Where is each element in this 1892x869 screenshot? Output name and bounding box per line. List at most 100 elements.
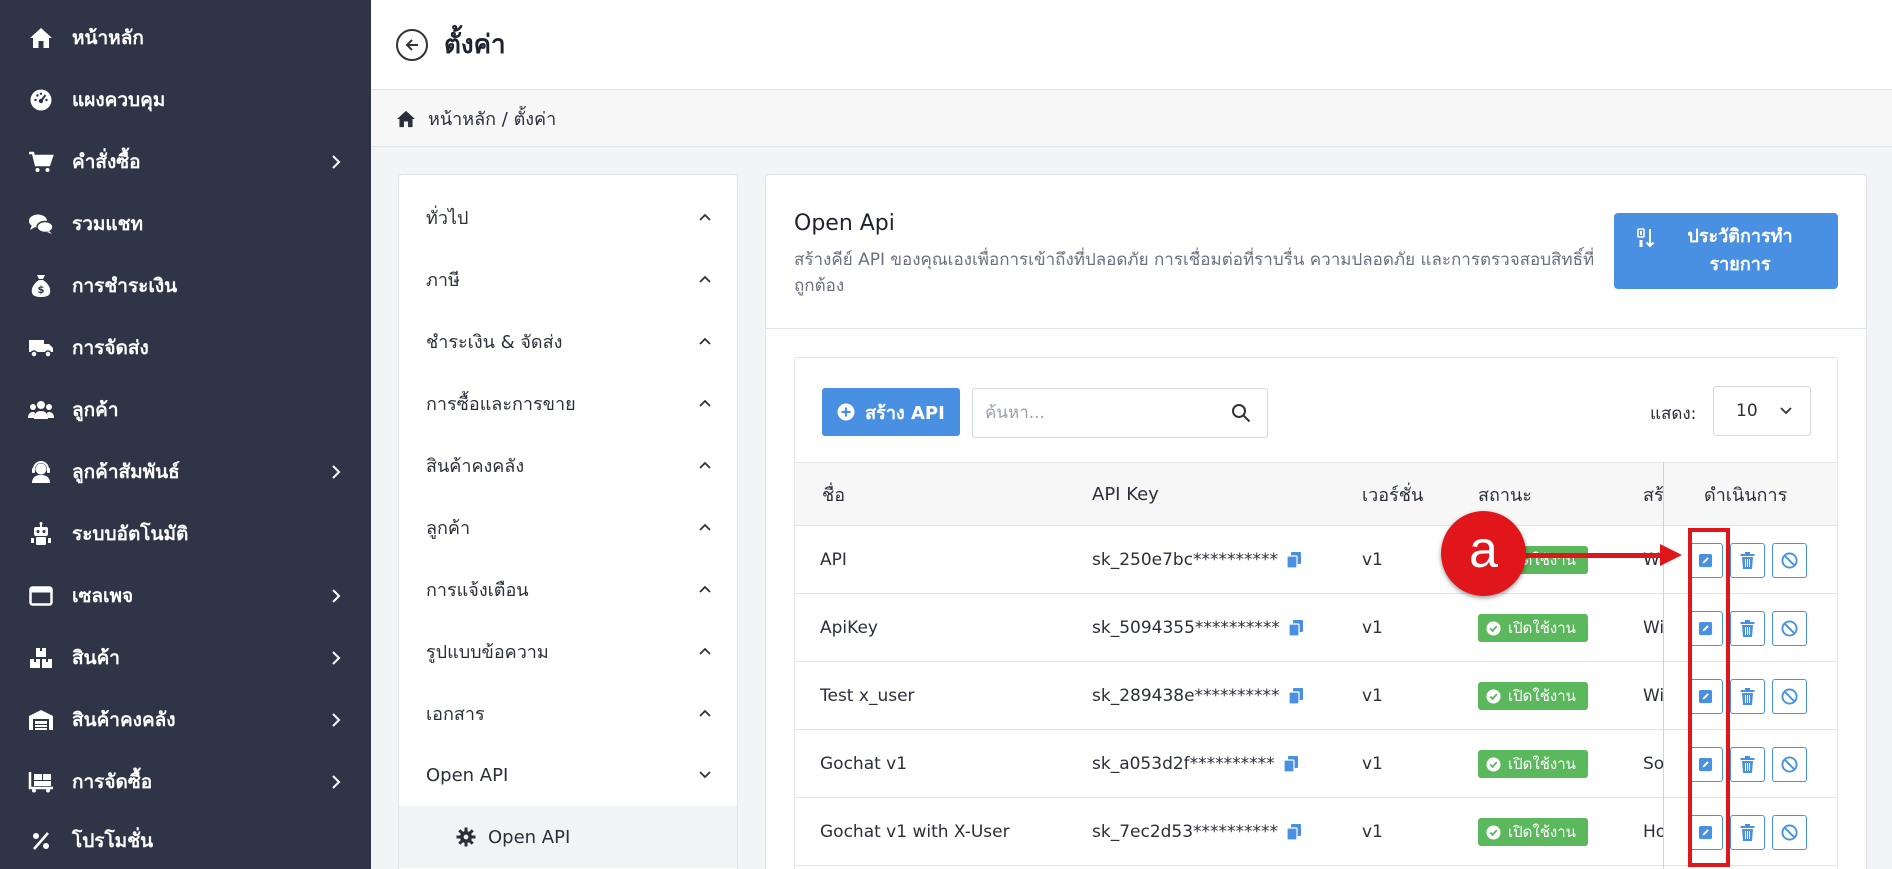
trash-icon (1740, 687, 1755, 705)
sidebar-item-salepage[interactable]: เซลเพจ (0, 565, 371, 627)
settings-item-notifications[interactable]: การแจ้งเตือน (399, 558, 737, 620)
ban-icon (1781, 823, 1798, 841)
cart-icon (28, 149, 54, 175)
column-header-api-key[interactable]: API Key (1092, 463, 1159, 525)
sidebar-item-inventory[interactable]: สินค้าคงคลัง (0, 689, 371, 751)
dashboard-icon (28, 87, 54, 113)
copy-icon[interactable] (1286, 551, 1302, 569)
page-header: ตั้งค่า (371, 0, 1892, 90)
settings-item-message-templates[interactable]: รูปแบบข้อความ (399, 620, 737, 682)
search-icon[interactable] (1231, 403, 1251, 423)
transaction-history-button[interactable]: ประวัติการทำรายการ (1614, 213, 1838, 289)
sidebar-item-orders[interactable]: คำสั่งซื้อ (0, 131, 371, 193)
copy-icon[interactable] (1283, 755, 1299, 773)
sidebar-item-crm[interactable]: ลูกค้าสัมพันธ์ (0, 441, 371, 503)
chevron-up-icon (699, 523, 711, 531)
copy-icon[interactable] (1286, 823, 1302, 841)
disable-button[interactable] (1772, 610, 1807, 646)
sidebar-item-label: สินค้าคงคลัง (72, 709, 176, 731)
check-circle-icon (1486, 756, 1501, 772)
settings-item-label: ทั่วไป (426, 207, 469, 229)
settings-menu: ทั่วไป ภาษี ชำระเงิน & จัดส่ง การซื้อและ… (398, 174, 738, 869)
api-name: Gochat v1 (820, 754, 908, 774)
search-input[interactable] (985, 389, 1225, 437)
column-header-version[interactable]: เวอร์ชั่น (1362, 463, 1423, 525)
sidebar-item-label: โปรโมชั่น (72, 830, 154, 852)
sidebar-item-label: การชำระเงิน (72, 275, 178, 297)
sidebar-item-automation[interactable]: ระบบอัตโนมัติ (0, 503, 371, 565)
sidebar-item-promotion[interactable]: โปรโมชั่น (0, 810, 371, 869)
breadcrumb-text: หน้าหลัก / ตั้งค่า (428, 109, 557, 130)
sidebar-item-shipping[interactable]: การจัดส่ง (0, 317, 371, 379)
api-list-panel: สร้าง API แสดง: 10 ชื่อ API Key เวอร์ชั่… (794, 357, 1838, 869)
settings-item-general[interactable]: ทั่วไป (399, 186, 737, 248)
sidebar-item-payment[interactable]: $ การชำระเงิน (0, 255, 371, 317)
page-size-select[interactable]: 10 (1713, 386, 1811, 436)
back-button[interactable] (396, 28, 428, 61)
chevron-down-icon (699, 771, 711, 779)
create-api-button[interactable]: สร้าง API (822, 388, 960, 436)
settings-item-inventory[interactable]: สินค้าคงคลัง (399, 434, 737, 496)
api-key-cell: sk_289438e********** (1092, 662, 1304, 730)
status-cell: เปิดใช้งาน (1478, 730, 1588, 798)
settings-item-label: ภาษี (426, 269, 460, 291)
sidebar-item-dashboard[interactable]: แผงควบคุม (0, 69, 371, 131)
sidebar-item-products[interactable]: สินค้า (0, 627, 371, 689)
settings-item-buying-selling[interactable]: การซื้อและการขาย (399, 372, 737, 434)
column-header-name[interactable]: ชื่อ (822, 463, 845, 525)
delete-button[interactable] (1730, 610, 1765, 646)
copy-icon[interactable] (1288, 619, 1304, 637)
browser-window-icon (28, 583, 54, 609)
copy-icon[interactable] (1287, 687, 1304, 705)
api-key-cell: sk_5094355********** (1092, 594, 1304, 662)
annotation-marker: a (1441, 511, 1526, 596)
sidebar-item-customers[interactable]: ลูกค้า (0, 379, 371, 441)
table-header: ชื่อ API Key เวอร์ชั่น สถานะ สร้ ดำเนินก… (795, 462, 1837, 526)
check-circle-icon (1486, 688, 1501, 704)
delete-button[interactable] (1730, 814, 1765, 850)
trash-icon (1740, 551, 1755, 569)
sort-icon (1637, 228, 1655, 248)
disable-button[interactable] (1772, 678, 1807, 714)
chevron-up-icon (699, 275, 711, 283)
sidebar-item-label: เซลเพจ (72, 585, 134, 607)
sidebar-item-purchasing[interactable]: การจัดซื้อ (0, 751, 371, 813)
home-icon[interactable] (396, 110, 416, 128)
gear-icon (456, 827, 476, 847)
sidebar-item-label: ลูกค้าสัมพันธ์ (72, 461, 180, 483)
history-button-label: ประวัติการทำรายการ (1687, 226, 1793, 275)
settings-item-label: รูปแบบข้อความ (426, 641, 549, 663)
settings-item-label: สินค้าคงคลัง (426, 455, 525, 477)
settings-item-payment-shipping[interactable]: ชำระเงิน & จัดส่ง (399, 310, 737, 372)
settings-item-customers[interactable]: ลูกค้า (399, 496, 737, 558)
created-cell: Ho (1643, 822, 1663, 842)
trash-icon (1740, 755, 1755, 773)
table-row: Gochat v1 with X-User sk_7ec2d53********… (795, 798, 1837, 866)
delete-button[interactable] (1730, 746, 1765, 782)
percent-icon (28, 828, 54, 854)
delete-button[interactable] (1730, 678, 1765, 714)
delete-button[interactable] (1730, 542, 1765, 578)
status-label: เปิดใช้งาน (1508, 823, 1576, 841)
search-field (972, 388, 1268, 438)
warehouse-icon (28, 707, 54, 733)
status-cell: เปิดใช้งาน (1478, 662, 1588, 730)
sidebar-item-label: ระบบอัตโนมัติ (72, 523, 189, 545)
sidebar-item-chat[interactable]: รวมแชท (0, 193, 371, 255)
disable-button[interactable] (1772, 746, 1807, 782)
settings-item-tax[interactable]: ภาษี (399, 248, 737, 310)
column-header-created[interactable]: สร้ (1643, 463, 1663, 525)
disable-button[interactable] (1772, 542, 1807, 578)
page-title: ตั้งค่า (444, 30, 506, 60)
api-key-value: sk_289438e********** (1092, 686, 1280, 706)
status-badge: เปิดใช้งาน (1478, 682, 1588, 710)
sidebar-item-home[interactable]: หน้าหลัก (0, 7, 371, 69)
api-key-cell: sk_a053d2f********** (1092, 730, 1299, 798)
disable-button[interactable] (1772, 814, 1807, 850)
sidebar-item-label: คำสั่งซื้อ (72, 151, 141, 173)
support-agent-icon (28, 459, 54, 485)
ban-icon (1781, 551, 1798, 569)
settings-item-open-api[interactable]: Open API (399, 744, 737, 806)
settings-subitem-open-api[interactable]: Open API (399, 806, 737, 868)
settings-item-documents[interactable]: เอกสาร (399, 682, 737, 744)
